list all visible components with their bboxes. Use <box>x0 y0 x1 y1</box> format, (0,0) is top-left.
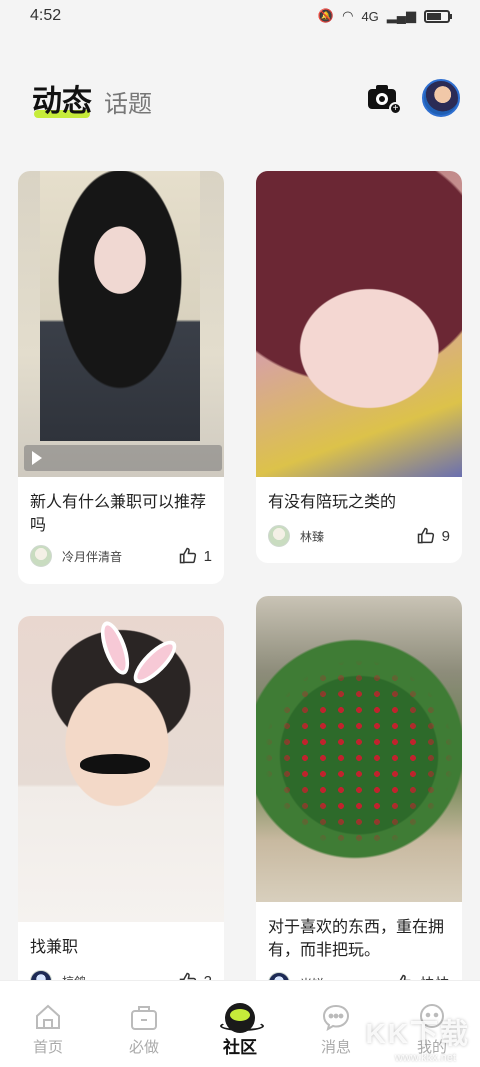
post-meta: 林臻 9 <box>268 525 450 547</box>
4g-signal-icon: 4G <box>361 8 379 24</box>
author-avatar[interactable] <box>30 545 52 567</box>
post-card[interactable]: 对于喜欢的东西，重在拥有，而非把玩。 米饼 快快 <box>256 596 462 1016</box>
planet-icon <box>220 1003 264 1033</box>
nav-community[interactable]: 社区 <box>200 1003 280 1057</box>
status-bar: 4:52 🔕 ◠ 4G ▂▄▆ <box>0 0 480 32</box>
tab-feed-label: 动态 <box>32 85 92 118</box>
play-icon[interactable] <box>32 451 42 465</box>
nav-messages-label: 消息 <box>320 1039 351 1056</box>
post-meta: 冷月伴清音 1 <box>30 545 212 567</box>
page-header: 动态 话题 + <box>0 70 480 126</box>
home-icon <box>36 1004 60 1029</box>
nav-home-label: 首页 <box>32 1039 63 1056</box>
battery-icon <box>424 9 452 23</box>
avatar[interactable] <box>422 79 460 117</box>
tab-topics[interactable]: 话题 <box>104 78 152 119</box>
post-image <box>18 616 224 922</box>
mute-icon: 🔕 <box>317 8 335 23</box>
post-camera-button[interactable]: + <box>366 83 402 115</box>
post-image <box>256 171 462 477</box>
nav-todo-label: 必做 <box>128 1039 159 1056</box>
like-count: 1 <box>203 547 212 565</box>
signal-bars-icon: ▂▄▆ <box>386 8 416 23</box>
nav-community-label: 社区 <box>223 1038 257 1057</box>
bunny-ears-sticker <box>95 617 135 679</box>
bag-icon <box>131 1006 157 1030</box>
post-card[interactable]: 新人有什么兼职可以推荐吗 冷月伴清音 1 <box>18 171 224 584</box>
post-card[interactable]: 找兼职 椋鸽 2 <box>18 616 224 1016</box>
like-count: 9 <box>441 527 450 545</box>
post-title: 对于喜欢的东西，重在拥有，而非把玩。 <box>268 919 445 959</box>
post-image <box>256 596 462 902</box>
tab-feed[interactable]: 动态 <box>32 76 92 120</box>
thumb-up-icon <box>179 547 196 564</box>
mustache-sticker <box>80 754 150 774</box>
nav-messages[interactable]: 消息 <box>296 1003 376 1057</box>
like-button[interactable]: 9 <box>416 526 450 546</box>
header-actions: + <box>366 79 460 117</box>
author-name[interactable]: 冷月伴清音 <box>62 548 122 565</box>
nav-todo[interactable]: 必做 <box>104 1003 184 1057</box>
plus-icon: + <box>389 102 402 115</box>
post-title: 新人有什么兼职可以推荐吗 <box>30 494 207 534</box>
status-time: 4:52 <box>30 7 62 24</box>
chat-icon <box>322 1004 350 1031</box>
status-icons: 🔕 ◠ 4G ▂▄▆ <box>317 8 452 24</box>
like-button[interactable]: 1 <box>178 546 212 566</box>
author-avatar[interactable] <box>268 525 290 547</box>
author-name[interactable]: 林臻 <box>300 528 324 545</box>
post-image <box>18 171 224 477</box>
video-progress-bar <box>24 445 222 471</box>
post-title: 找兼职 <box>30 939 79 956</box>
post-title: 有没有陪玩之类的 <box>268 494 397 511</box>
watermark-url: www.kkx.net <box>394 1052 456 1064</box>
thumb-up-icon <box>417 527 434 544</box>
watermark: KK下载 <box>365 1018 470 1049</box>
wifi-icon: ◠ <box>342 8 354 23</box>
post-card[interactable]: 有没有陪玩之类的 林臻 9 <box>256 171 462 563</box>
nav-home[interactable]: 首页 <box>8 1003 88 1057</box>
